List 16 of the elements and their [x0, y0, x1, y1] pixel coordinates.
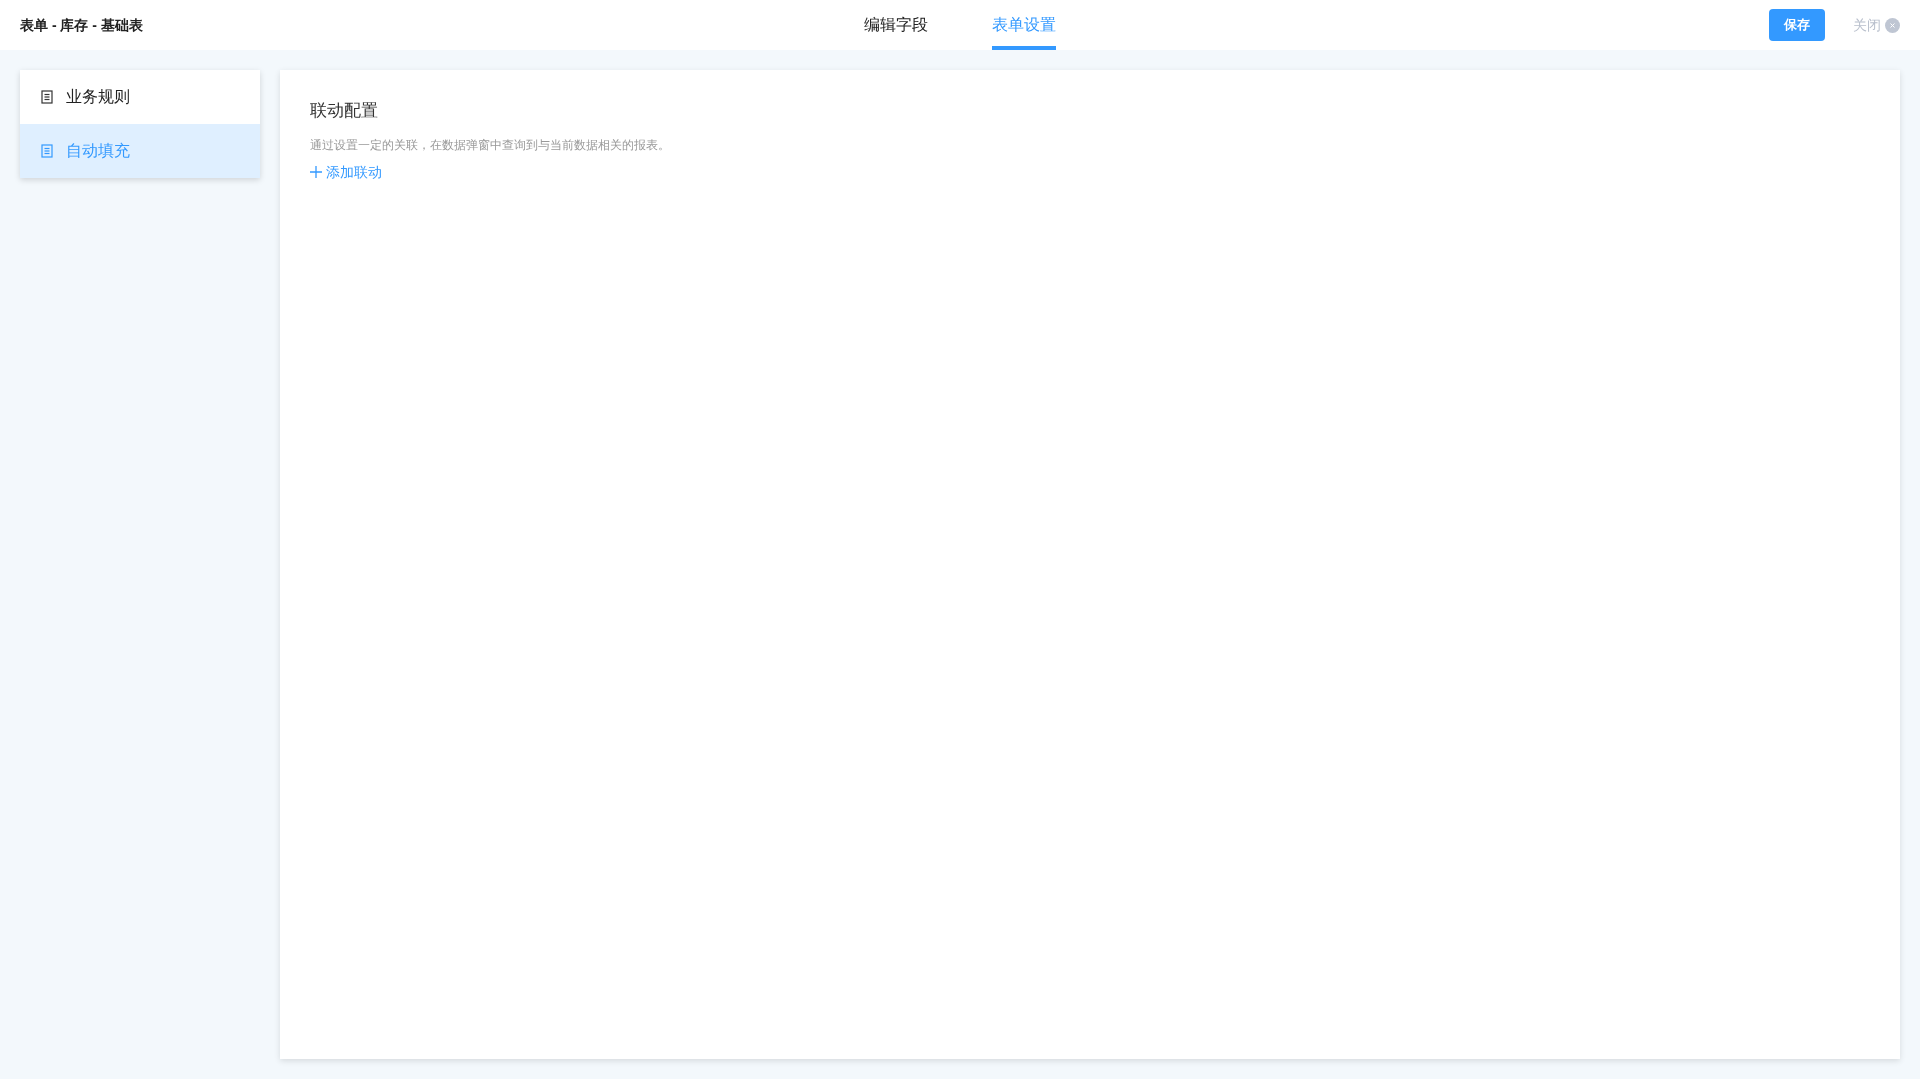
section-description: 通过设置一定的关联，在数据弹窗中查询到与当前数据相关的报表。 — [310, 136, 670, 154]
document-icon — [40, 144, 54, 158]
sidebar-item-label: 自动填充 — [66, 141, 130, 161]
close-icon — [1885, 17, 1900, 33]
close-button[interactable]: 关闭 — [1853, 14, 1900, 36]
document-icon — [40, 90, 54, 104]
form-title: 表单 - 库存 - 基础表 — [20, 15, 143, 35]
add-link-button[interactable]: 添加联动 — [310, 161, 382, 183]
tab[interactable]: 编辑字段 — [864, 0, 928, 50]
sidebar-item[interactable]: 自动填充 — [20, 124, 260, 178]
sidebar-item-label: 业务规则 — [66, 87, 130, 107]
tab[interactable]: 表单设置 — [992, 0, 1056, 50]
save-button[interactable]: 保存 — [1769, 9, 1825, 41]
plus-icon — [310, 166, 322, 178]
sidebar-item[interactable]: 业务规则 — [20, 70, 260, 124]
section-title: 联动配置 — [310, 100, 378, 122]
